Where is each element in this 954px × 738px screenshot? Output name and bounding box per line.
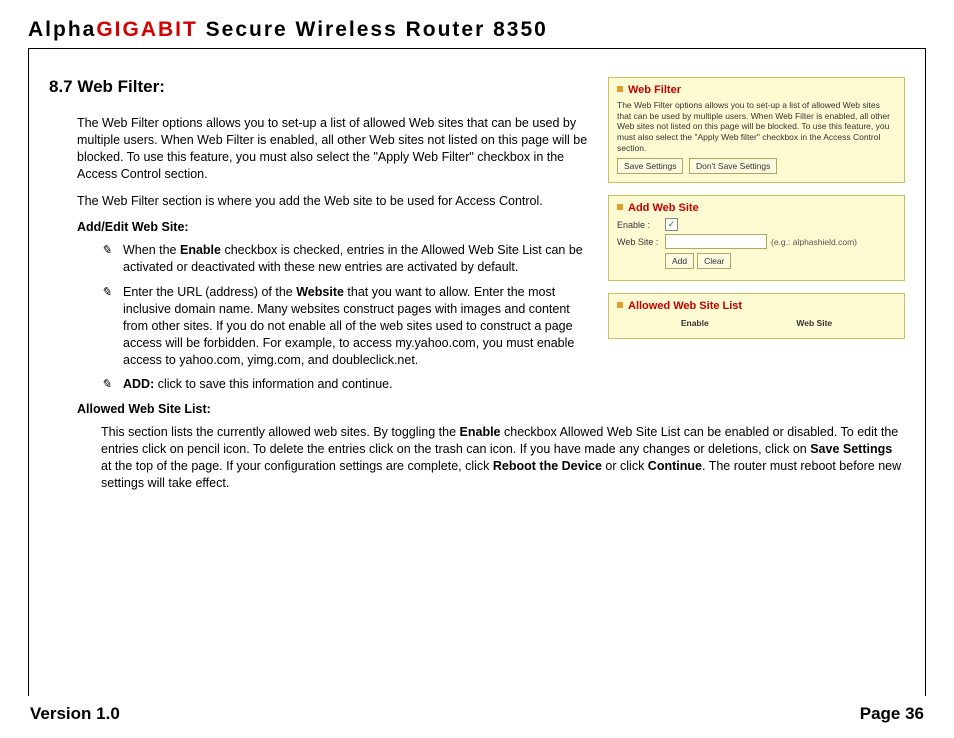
allowed-para: This section lists the currently allowed…: [101, 424, 905, 492]
panel-web-filter: Web Filter The Web Filter options allows…: [608, 77, 905, 183]
website-hint: (e.g.: alphashield.com): [771, 237, 857, 247]
col-enable: Enable: [681, 318, 709, 328]
website-label: Web Site :: [617, 237, 665, 247]
screenshot-panel: Web Filter The Web Filter options allows…: [608, 77, 905, 351]
b2-bold: Website: [296, 285, 344, 299]
bullet-icon: ✎: [101, 242, 123, 276]
clear-button[interactable]: Clear: [697, 253, 731, 269]
ap-t3: at the top of the page. If your configur…: [101, 459, 493, 473]
add-button[interactable]: Add: [665, 253, 694, 269]
b3-post: click to save this information and conti…: [154, 377, 392, 391]
bullet-1: ✎ When the Enable checkbox is checked, e…: [101, 242, 594, 276]
b1-pre: When the: [123, 243, 180, 257]
dont-save-settings-button[interactable]: Don't Save Settings: [689, 158, 777, 174]
panel1-title: Web Filter: [628, 84, 681, 96]
bullet-2: ✎ Enter the URL (address) of the Website…: [101, 284, 594, 368]
ap-t4: or click: [602, 459, 648, 473]
ap-b4: Continue: [648, 459, 702, 473]
decor-icon: [617, 204, 625, 212]
ap-t1: This section lists the currently allowed…: [101, 425, 460, 439]
save-settings-button[interactable]: Save Settings: [617, 158, 683, 174]
panel-allowed-list: Allowed Web Site List Enable Web Site: [608, 293, 905, 339]
bullet-icon: ✎: [101, 376, 123, 393]
page-footer: Version 1.0 Page 36: [28, 696, 926, 728]
bullet-icon: ✎: [101, 284, 123, 368]
brand-prefix: Alpha: [28, 18, 96, 41]
brand-suffix: Secure Wireless Router 8350: [198, 18, 548, 41]
enable-checkbox[interactable]: ✓: [665, 218, 678, 231]
enable-label: Enable :: [617, 220, 665, 230]
decor-icon: [617, 86, 625, 94]
decor-icon: [617, 302, 625, 310]
panel1-desc: The Web Filter options allows you to set…: [617, 100, 896, 153]
page-title: AlphaGIGABIT Secure Wireless Router 8350: [28, 18, 926, 42]
content-frame: Web Filter The Web Filter options allows…: [28, 48, 926, 696]
ap-b2: Save Settings: [810, 442, 892, 456]
ap-b3: Reboot the Device: [493, 459, 602, 473]
website-input[interactable]: [665, 234, 767, 249]
ap-b1: Enable: [460, 425, 501, 439]
version-label: Version 1.0: [30, 704, 120, 724]
panel2-title: Add Web Site: [628, 202, 699, 214]
col-website: Web Site: [796, 318, 832, 328]
allowed-heading: Allowed Web Site List:: [77, 401, 905, 418]
panel3-title: Allowed Web Site List: [628, 300, 742, 312]
b3-bold: ADD:: [123, 377, 154, 391]
panel-add-web-site: Add Web Site Enable : ✓ Web Site : (e.g.…: [608, 195, 905, 281]
b1-bold: Enable: [180, 243, 221, 257]
page-number: Page 36: [860, 704, 924, 724]
b2-pre: Enter the URL (address) of the: [123, 285, 296, 299]
bullet-3: ✎ ADD: click to save this information an…: [101, 376, 905, 393]
brand-highlight: GIGABIT: [96, 18, 198, 41]
